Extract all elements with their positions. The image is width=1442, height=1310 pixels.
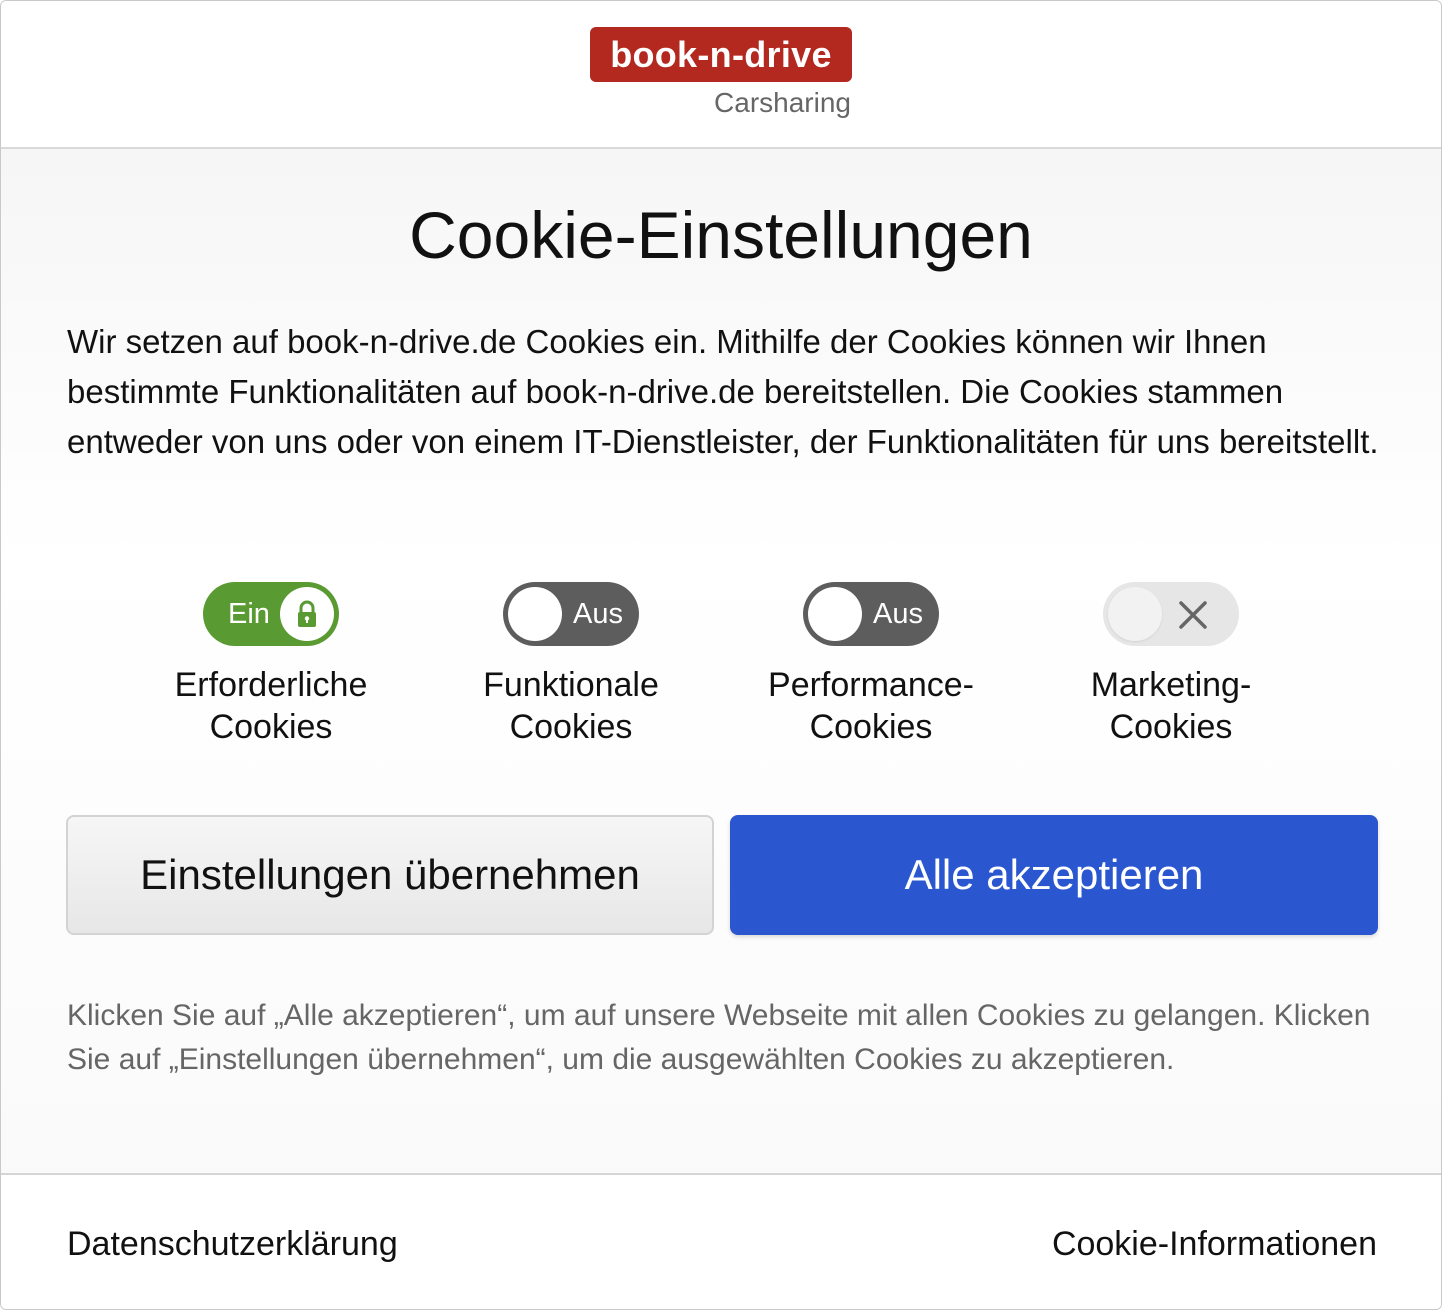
toggle-group-performance: Aus Performance- Cookies xyxy=(721,582,1021,748)
accept-all-button[interactable]: Alle akzeptieren xyxy=(730,815,1378,935)
toggle-knob xyxy=(808,587,862,641)
toggle-state-label: Aus xyxy=(873,598,923,630)
close-icon xyxy=(1177,582,1209,646)
hint-text: Klicken Sie auf „Alle akzeptieren“, um a… xyxy=(67,999,1371,1076)
save-settings-button[interactable]: Einstellungen übernehmen xyxy=(66,815,714,935)
dialog-footer: Datenschutzerklärung Cookie-Informatione… xyxy=(1,1173,1441,1309)
toggle-state-label: Ein xyxy=(228,598,270,630)
toggle-state-label: Aus xyxy=(573,598,623,630)
toggle-performance-cookies[interactable]: Aus xyxy=(803,582,939,646)
cookie-dialog: book-n-drive Carsharing Cookie-Einstellu… xyxy=(0,0,1442,1310)
toggle-required-cookies[interactable]: Ein xyxy=(203,582,339,646)
toggle-name-required: Erforderliche Cookies xyxy=(174,666,368,746)
dialog-body: Cookie-Einstellungen Wir setzen auf book… xyxy=(1,149,1441,1173)
intro-text: Wir setzen auf book-n-drive.de Cookies e… xyxy=(67,323,1379,460)
toggle-marketing-cookies[interactable] xyxy=(1103,582,1239,646)
toggle-group-marketing: Marketing- Cookies xyxy=(1021,582,1321,748)
brand-subtitle: Carsharing xyxy=(714,87,851,118)
toggle-group-functional: Aus Funktionale Cookies xyxy=(421,582,721,748)
toggle-name-performance: Performance- Cookies xyxy=(768,666,974,746)
brand-logo: book-n-drive xyxy=(590,27,852,82)
brand-logo-text: book-n-drive xyxy=(610,33,832,75)
toggle-knob xyxy=(1108,587,1162,641)
lock-icon xyxy=(298,600,316,627)
toggle-knob xyxy=(508,587,562,641)
toggle-name-marketing: Marketing- Cookies xyxy=(1090,666,1252,746)
toggle-name-functional: Funktionale Cookies xyxy=(483,666,659,746)
privacy-policy-link[interactable]: Datenschutzerklärung xyxy=(67,1225,398,1264)
toggle-knob xyxy=(280,587,334,641)
cookie-info-link[interactable]: Cookie-Informationen xyxy=(1052,1225,1377,1264)
page-title: Cookie-Einstellungen xyxy=(409,198,1033,272)
toggle-functional-cookies[interactable]: Aus xyxy=(503,582,639,646)
dialog-header: book-n-drive Carsharing xyxy=(1,1,1441,149)
toggle-group-required: Ein Erforderliche Cookies xyxy=(121,582,421,748)
